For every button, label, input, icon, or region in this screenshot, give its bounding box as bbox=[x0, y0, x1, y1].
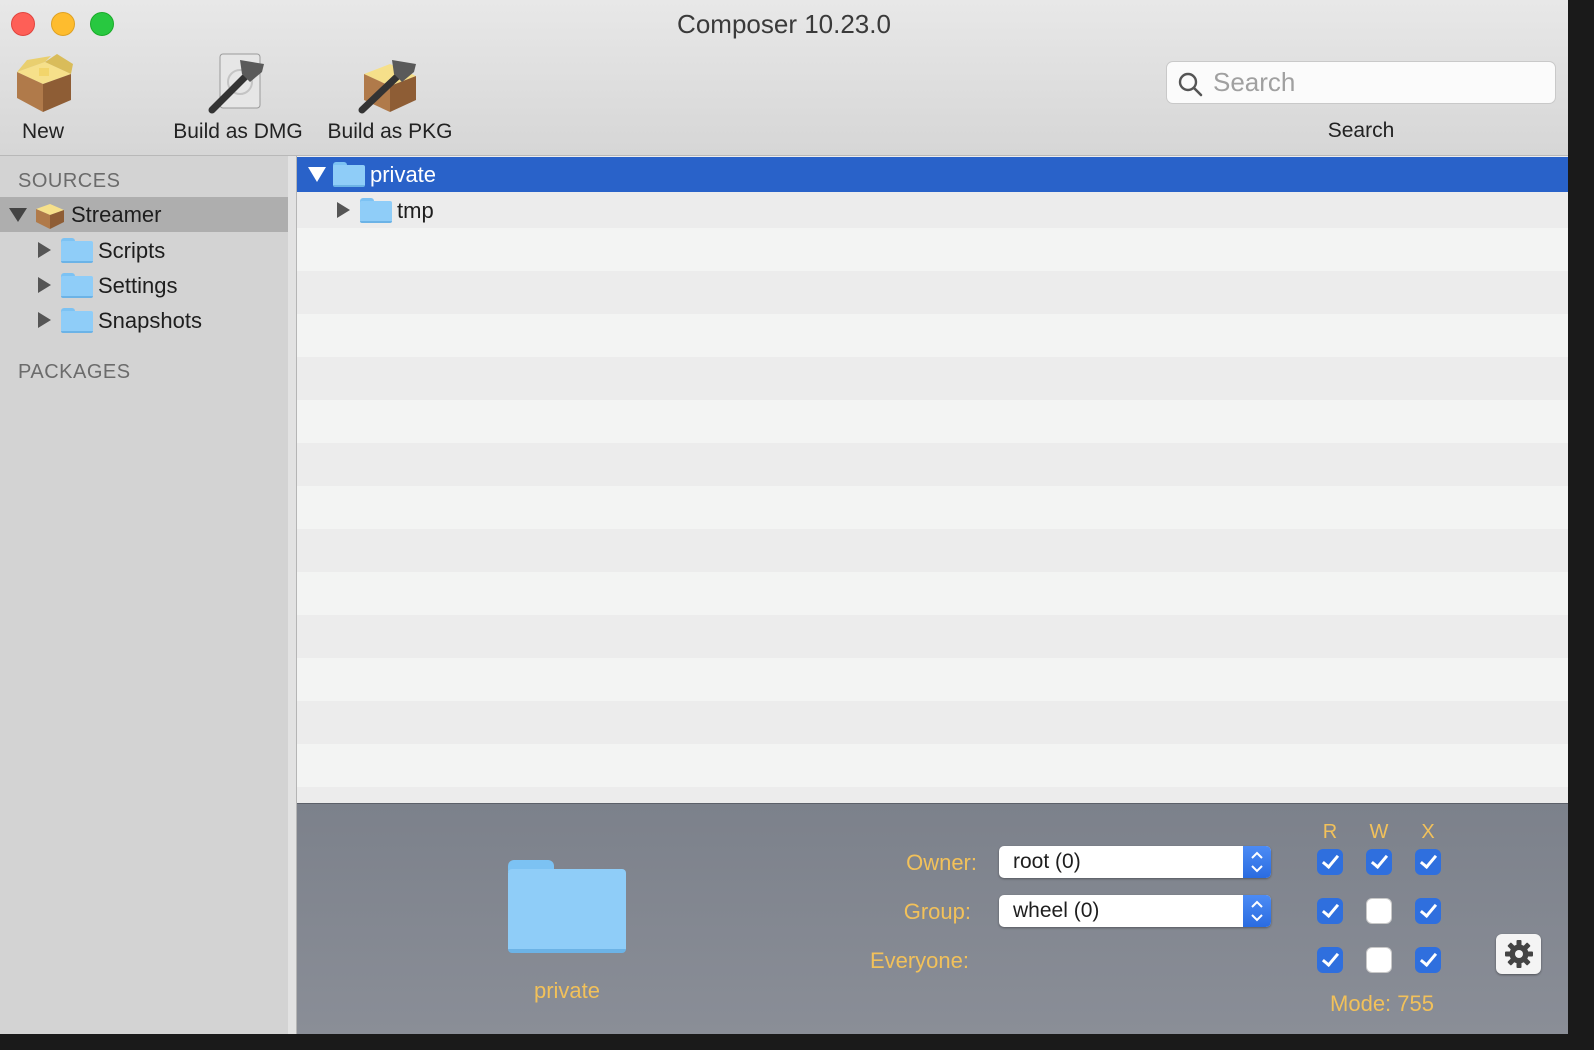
package-box-icon bbox=[34, 200, 66, 235]
packages-heading: PACKAGES bbox=[18, 361, 131, 383]
info-panel: private Owner: root (0) Group: wheel (0)… bbox=[297, 803, 1568, 1034]
group-popup[interactable]: wheel (0) bbox=[999, 895, 1271, 927]
disk-image-hammer-icon bbox=[206, 52, 270, 116]
build-as-dmg-button[interactable]: Build as DMG bbox=[168, 52, 308, 144]
toolbar: Composer 10.23.0 New Build as DMG Build … bbox=[0, 0, 1568, 156]
build-as-pkg-label: Build as PKG bbox=[327, 120, 453, 143]
group-execute-checkbox[interactable] bbox=[1415, 898, 1441, 924]
tree-row-private[interactable]: private bbox=[297, 157, 1568, 192]
sidebar-source-streamer[interactable]: Streamer bbox=[0, 197, 288, 232]
owner-value: root (0) bbox=[1013, 850, 1081, 873]
item-name-label: private bbox=[533, 978, 601, 1003]
action-menu-button[interactable] bbox=[1496, 934, 1541, 974]
sidebar-item-label: Scripts bbox=[98, 238, 166, 263]
search-icon bbox=[1177, 71, 1203, 102]
disclosure-collapsed-icon[interactable] bbox=[337, 202, 350, 218]
owner-write-checkbox[interactable] bbox=[1366, 849, 1392, 875]
owner-execute-checkbox[interactable] bbox=[1415, 849, 1441, 875]
sources-heading: SOURCES bbox=[18, 170, 121, 192]
tree-row-label: private bbox=[370, 162, 437, 187]
disclosure-expanded-icon[interactable] bbox=[9, 208, 27, 222]
owner-popup[interactable]: root (0) bbox=[999, 846, 1271, 878]
everyone-write-checkbox[interactable] bbox=[1366, 947, 1392, 973]
disclosure-collapsed-icon[interactable] bbox=[38, 277, 51, 293]
sidebar-item-snapshots[interactable]: Snapshots bbox=[0, 303, 288, 338]
package-box-icon bbox=[11, 52, 75, 116]
group-value: wheel (0) bbox=[1013, 899, 1100, 922]
package-hammer-icon bbox=[358, 52, 422, 116]
sidebar-splitter[interactable] bbox=[288, 156, 297, 1034]
tree-row-label: tmp bbox=[397, 198, 434, 223]
search-input[interactable] bbox=[1213, 66, 1543, 99]
popup-arrows-icon bbox=[1243, 846, 1271, 878]
disclosure-collapsed-icon[interactable] bbox=[38, 312, 51, 328]
disclosure-expanded-icon[interactable] bbox=[308, 167, 326, 182]
gear-icon bbox=[1504, 939, 1534, 974]
search-field[interactable] bbox=[1166, 61, 1556, 104]
disclosure-collapsed-icon[interactable] bbox=[38, 242, 51, 258]
file-tree-list: private tmp bbox=[297, 157, 1568, 802]
composer-window: Composer 10.23.0 New Build as DMG Build … bbox=[0, 0, 1568, 1034]
build-as-dmg-label: Build as DMG bbox=[173, 120, 303, 143]
tree-row-tmp[interactable]: tmp bbox=[297, 193, 1568, 228]
search-label: Search bbox=[1327, 119, 1395, 142]
sidebar-item-label: Snapshots bbox=[98, 308, 202, 333]
new-label: New bbox=[21, 120, 64, 143]
group-label: Group: bbox=[903, 899, 971, 924]
read-column-header: R bbox=[1322, 821, 1338, 843]
group-read-checkbox[interactable] bbox=[1317, 898, 1343, 924]
everyone-read-checkbox[interactable] bbox=[1317, 947, 1343, 973]
everyone-execute-checkbox[interactable] bbox=[1415, 947, 1441, 973]
group-write-checkbox[interactable] bbox=[1366, 898, 1392, 924]
sidebar-item-scripts[interactable]: Scripts bbox=[0, 233, 288, 268]
mode-label: Mode: 755 bbox=[1330, 991, 1434, 1016]
owner-label: Owner: bbox=[906, 850, 977, 875]
everyone-label: Everyone: bbox=[869, 948, 969, 973]
build-as-pkg-button[interactable]: Build as PKG bbox=[324, 52, 456, 144]
sidebar-item-settings[interactable]: Settings bbox=[0, 268, 288, 303]
sidebar-item-label: Settings bbox=[98, 273, 178, 298]
window-title: Composer 10.23.0 bbox=[677, 9, 891, 39]
write-column-header: W bbox=[1369, 821, 1389, 843]
sidebar-source-label: Streamer bbox=[71, 202, 162, 227]
popup-arrows-icon bbox=[1243, 895, 1271, 927]
owner-read-checkbox[interactable] bbox=[1317, 849, 1343, 875]
execute-column-header: X bbox=[1421, 821, 1435, 843]
sidebar: SOURCES Streamer Scripts Settings Snapsh… bbox=[0, 156, 289, 1034]
new-button[interactable]: New bbox=[10, 52, 76, 144]
